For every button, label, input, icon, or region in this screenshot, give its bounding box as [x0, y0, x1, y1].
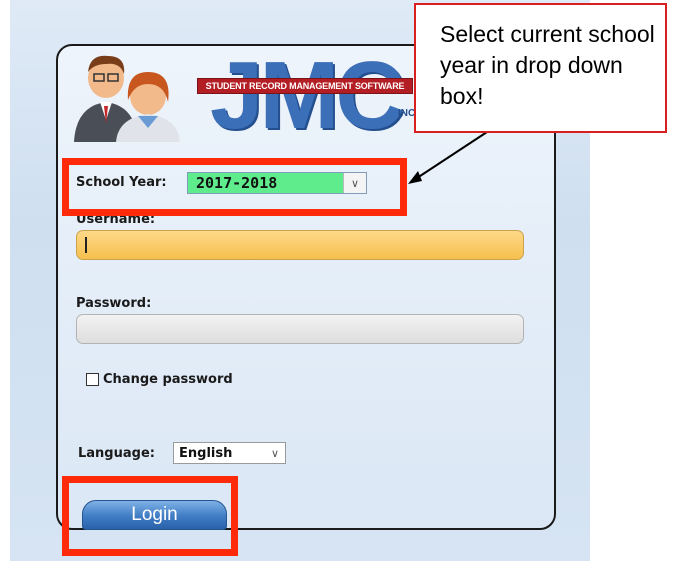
- callout-text: Select current school year in drop down …: [440, 21, 655, 109]
- callout-box: Select current school year in drop down …: [414, 3, 667, 133]
